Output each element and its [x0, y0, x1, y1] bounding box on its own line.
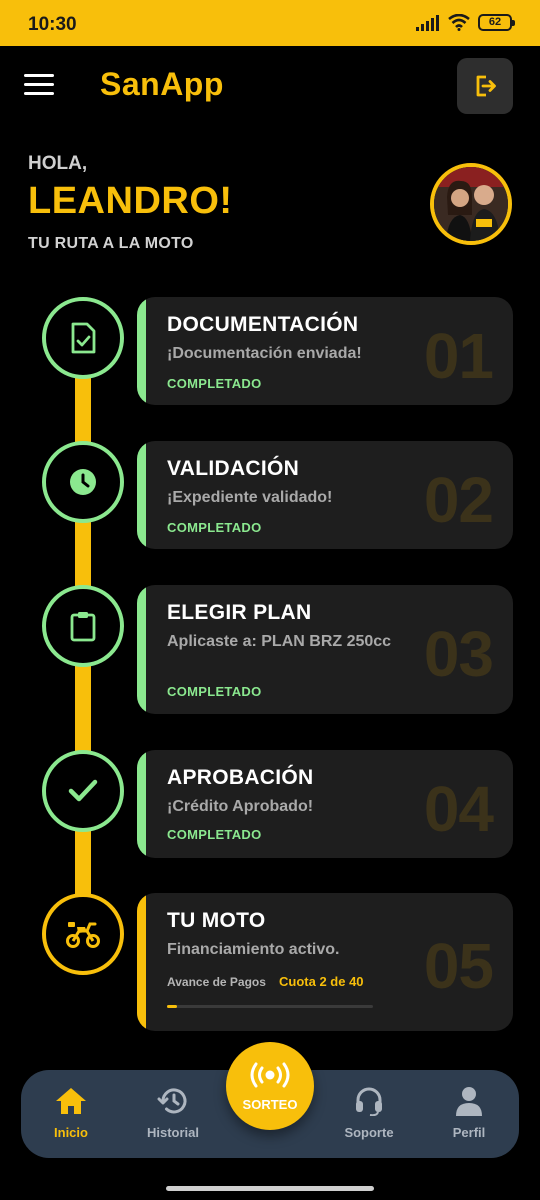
clipboard-icon: [70, 612, 96, 642]
home-icon: [56, 1088, 86, 1114]
sorteo-label: SORTEO: [242, 1097, 298, 1112]
nav-label: Perfil: [452, 1125, 486, 1140]
step-number: 03: [423, 618, 494, 690]
avatar[interactable]: [430, 163, 512, 245]
step-title: VALIDACIÓN: [167, 457, 300, 480]
history-icon: [157, 1088, 187, 1114]
step-card-tu-moto[interactable]: 05 TU MOTO Financiamiento activo. Avance…: [137, 893, 513, 1031]
card-accent: [137, 893, 146, 1031]
home-indicator[interactable]: [166, 1186, 374, 1191]
pie-chart-icon: [70, 469, 96, 495]
avatar-photo: [434, 167, 508, 241]
step-number: 01: [423, 320, 494, 392]
step-description: ¡Expediente validado!: [167, 489, 333, 506]
step-2-icon-circle: [42, 441, 124, 523]
logout-button[interactable]: [457, 58, 513, 114]
step-description: Financiamiento activo.: [167, 941, 340, 958]
document-check-icon: [71, 322, 96, 354]
step-card-validacion[interactable]: 02 VALIDACIÓN ¡Expediente validado! COMP…: [137, 441, 513, 549]
nav-label: Soporte: [344, 1125, 394, 1140]
step-title: TU MOTO: [167, 909, 266, 932]
nav-label: Inicio: [54, 1125, 88, 1140]
step-card-documentacion[interactable]: 01 DOCUMENTACIÓN ¡Documentación enviada!…: [137, 297, 513, 405]
step-number: 02: [423, 464, 494, 536]
greeting-name: LEANDRO!: [28, 180, 233, 222]
payment-progress-fill: [167, 1005, 178, 1008]
step-card-elegir-plan[interactable]: 03 ELEGIR PLAN Aplicaste a: PLAN BRZ 250…: [137, 585, 513, 714]
greeting-subtitle: TU RUTA A LA MOTO: [28, 235, 194, 252]
step-1-icon-circle: [42, 297, 124, 379]
sorteo-button[interactable]: SORTEO: [226, 1042, 314, 1130]
status-icons: 62: [416, 14, 515, 31]
nav-historial[interactable]: Historial: [128, 1086, 218, 1140]
step-number: 04: [423, 773, 494, 845]
nav-inicio[interactable]: Inicio: [26, 1086, 116, 1140]
hamburger-menu-icon[interactable]: [24, 74, 54, 98]
greeting-hello: HOLA,: [28, 153, 88, 174]
broadcast-icon: [250, 1062, 290, 1088]
motorcycle-icon: [66, 922, 100, 948]
headset-icon: [356, 1087, 382, 1117]
user-icon: [456, 1087, 482, 1116]
nav-perfil[interactable]: Perfil: [424, 1086, 514, 1140]
status-bar: 10:30 62: [0, 0, 540, 46]
payment-installment: Cuota 2 de 40: [279, 974, 364, 989]
step-status: COMPLETADO: [167, 520, 262, 535]
step-status: COMPLETADO: [167, 684, 262, 699]
step-number: 05: [423, 930, 494, 1002]
signal-icon: [416, 14, 439, 31]
step-title: ELEGIR PLAN: [167, 601, 312, 624]
wifi-icon: [448, 14, 470, 31]
step-description: ¡Crédito Aprobado!: [167, 798, 314, 815]
logout-icon: [476, 75, 496, 97]
card-accent: [137, 585, 146, 714]
step-status: COMPLETADO: [167, 376, 262, 391]
battery-icon: 62: [478, 14, 515, 31]
battery-level: 62: [488, 16, 502, 28]
app-title: SanApp: [100, 66, 224, 102]
step-title: DOCUMENTACIÓN: [167, 313, 359, 336]
step-description: Aplicaste a: PLAN BRZ 250cc: [167, 633, 392, 650]
step-title: APROBACIÓN: [167, 766, 314, 789]
step-4-icon-circle: [42, 750, 124, 832]
step-3-icon-circle: [42, 585, 124, 667]
card-accent: [137, 297, 146, 405]
card-accent: [137, 750, 146, 858]
step-status: COMPLETADO: [167, 827, 262, 842]
nav-label: Historial: [146, 1125, 199, 1140]
checkmark-icon: [68, 779, 98, 802]
payment-progress-bar: [167, 1005, 373, 1008]
status-time: 10:30: [28, 14, 77, 35]
card-accent: [137, 441, 146, 549]
payment-progress-label: Avance de Pagos: [167, 975, 266, 989]
step-5-icon-circle: [42, 893, 124, 975]
step-card-aprobacion[interactable]: 04 APROBACIÓN ¡Crédito Aprobado! COMPLET…: [137, 750, 513, 858]
step-description: ¡Documentación enviada!: [167, 345, 362, 362]
nav-soporte[interactable]: Soporte: [324, 1086, 414, 1140]
